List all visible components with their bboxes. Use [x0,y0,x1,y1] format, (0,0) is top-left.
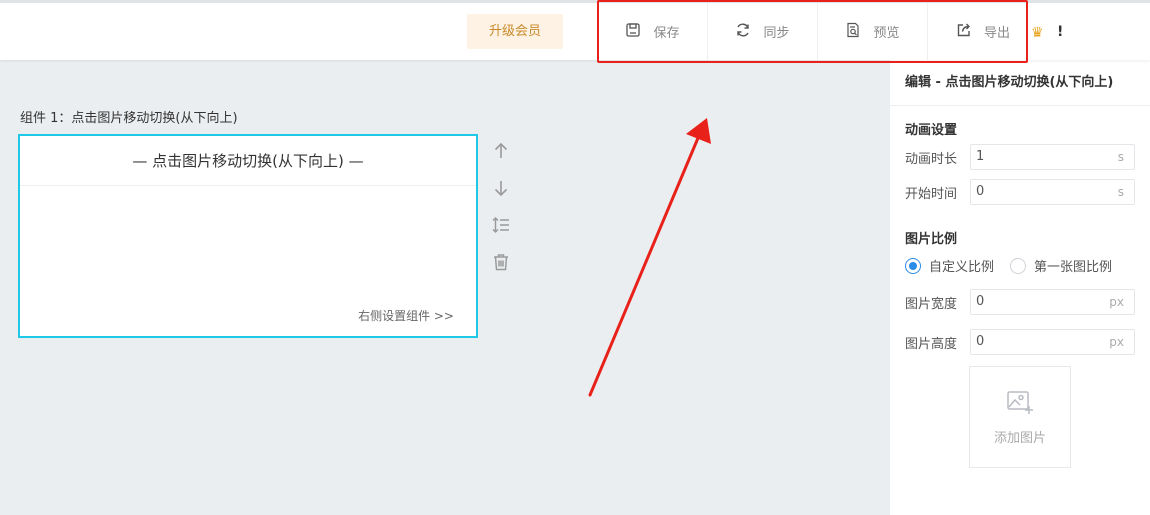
panel-title: 编辑 - 点击图片移动切换(从下向上) [890,60,1150,106]
image-add-icon [1006,389,1034,419]
component-card-header: — 点击图片移动切换(从下向上) — [20,136,476,186]
image-width-input[interactable]: 0 px [970,289,1135,315]
component-side-tools [490,140,512,288]
move-down-icon[interactable] [490,177,512,199]
add-image-label: 添加图片 [993,430,1046,446]
preview-button[interactable]: 预览 [818,3,928,60]
preview-icon [845,22,861,42]
image-height-value: 0 [976,334,985,349]
component-settings-hint[interactable]: 右侧设置组件 >> [358,307,454,324]
start-time-value: 0 [976,184,985,199]
ratio-options: 自定义比例 第一张图比例 [905,256,1112,275]
export-button[interactable]: 导出 [928,3,1038,60]
image-height-row: 图片高度 0 px [905,329,1135,355]
image-height-input[interactable]: 0 px [970,329,1135,355]
component-card[interactable]: — 点击图片移动切换(从下向上) — 右侧设置组件 >> [18,134,478,338]
duration-input[interactable]: 1 s [970,144,1135,170]
toolbar: 保存 同步 预览 导出 [598,3,1038,63]
reorder-icon[interactable] [490,214,512,236]
radio-first-image-ratio[interactable]: 第一张图比例 [1010,256,1112,275]
start-time-unit: s [1117,185,1124,199]
animation-section-title: 动画设置 [905,123,958,138]
crown-icon[interactable]: ♛ [1031,25,1044,41]
export-label: 导出 [983,26,1010,41]
image-height-unit: px [1109,335,1124,349]
delete-icon[interactable] [490,251,512,273]
component-title: 组件 1：点击图片移动切换(从下向上) [20,111,238,126]
sync-button[interactable]: 同步 [708,3,818,60]
alert-mark: ! [1057,24,1064,40]
radio-first-image-ratio-dot[interactable] [1010,257,1027,274]
start-time-input[interactable]: 0 s [970,179,1135,205]
upgrade-member-button[interactable]: 升级会员 [467,14,563,49]
export-icon [956,22,972,42]
duration-label: 动画时长 [905,151,958,167]
radio-custom-ratio-label: 自定义比例 [929,260,995,275]
top-bar: 升级会员 保存 同步 预览 导出 ♛ ! [0,0,1150,60]
image-width-label: 图片宽度 [905,296,958,312]
save-icon [625,22,641,42]
add-image-button[interactable]: 添加图片 [969,366,1071,468]
preview-label: 预览 [873,26,900,41]
duration-unit: s [1117,150,1124,164]
save-label: 保存 [653,26,680,41]
workspace: 组件 1：点击图片移动切换(从下向上) — 点击图片移动切换(从下向上) — 右… [0,60,890,515]
radio-first-image-ratio-label: 第一张图比例 [1034,260,1113,275]
sync-label: 同步 [763,26,790,41]
sync-icon [735,22,751,42]
image-width-row: 图片宽度 0 px [905,289,1135,315]
image-width-unit: px [1109,295,1124,309]
ratio-section-title: 图片比例 [905,232,958,247]
move-up-icon[interactable] [490,140,512,162]
radio-custom-ratio[interactable]: 自定义比例 [905,256,994,275]
image-width-value: 0 [976,294,985,309]
edit-panel: 编辑 - 点击图片移动切换(从下向上) 动画设置 动画时长 1 s 开始时间 0… [890,60,1150,515]
start-time-label: 开始时间 [905,186,958,202]
image-height-label: 图片高度 [905,336,958,352]
save-button[interactable]: 保存 [598,3,708,60]
start-time-row: 开始时间 0 s [905,179,1135,205]
radio-custom-ratio-dot[interactable] [905,257,921,274]
duration-value: 1 [976,149,985,164]
duration-row: 动画时长 1 s [905,144,1135,170]
